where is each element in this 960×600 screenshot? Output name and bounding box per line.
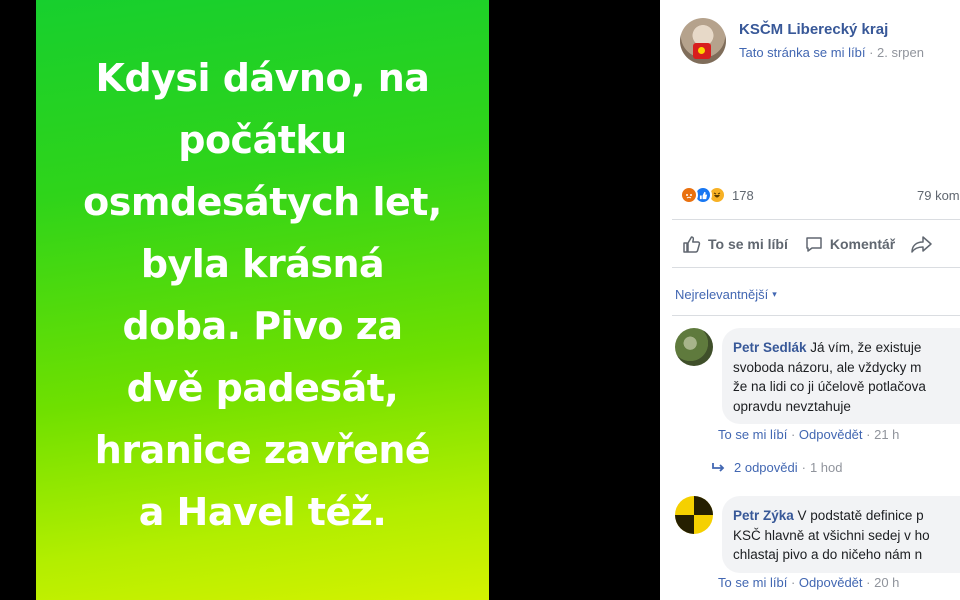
share-button[interactable] — [911, 234, 939, 254]
post-meta: Tato stránka se mi líbí · 2. srpen — [739, 45, 924, 60]
reply-arrow-icon — [712, 462, 725, 472]
page-avatar[interactable] — [680, 18, 726, 64]
comment-text: svoboda názoru, ale vždycky m — [733, 359, 922, 375]
dot-separator: · — [862, 427, 875, 442]
comment-time[interactable]: 20 h — [874, 575, 899, 590]
comment-time[interactable]: 21 h — [874, 427, 899, 442]
comment-count[interactable]: 79 komen — [917, 188, 960, 203]
comment-button-label: Komentář — [829, 236, 896, 252]
post-text-line: byla krásná — [140, 242, 385, 286]
flag-icon — [693, 43, 711, 59]
thumbs-up-icon — [683, 236, 701, 253]
comment-like-link[interactable]: To se mi líbí — [718, 427, 787, 442]
comment-actions: To se mi líbí · Odpovědět · 21 h — [718, 427, 899, 442]
post-text-line: počátku — [178, 118, 347, 162]
angry-icon — [680, 186, 698, 204]
comment-actions: To se mi líbí · Odpovědět · 20 h — [718, 575, 899, 590]
dot-separator: · — [787, 427, 799, 442]
post-date[interactable]: 2. srpen — [877, 45, 924, 60]
post-text-line: doba. Pivo za — [122, 304, 403, 348]
like-button[interactable]: To se mi líbí — [682, 234, 788, 254]
comment-text: Já vím, že existuje — [806, 340, 922, 355]
post-image-text: Kdysi dávno, na počátku osmdesátych let,… — [83, 47, 442, 553]
comment-bubble: Petr Sedlák Já vím, že existuje svoboda … — [722, 328, 960, 424]
post-text-line: hranice zavřené — [94, 428, 431, 472]
post-text-line: a Havel též. — [138, 490, 387, 534]
divider — [672, 219, 960, 220]
comment-button[interactable]: Komentář — [804, 234, 895, 254]
post-author: KSČM Liberecký kraj Tato stránka se mi l… — [680, 18, 924, 64]
avatar[interactable] — [675, 496, 713, 534]
post-actions: To se mi líbí Komentář — [682, 234, 960, 254]
post-image[interactable]: Kdysi dávno, na počátku osmdesátych let,… — [36, 0, 489, 600]
share-icon — [911, 236, 932, 253]
comment-text: KSČ hlavně at všichni sedej v ho — [733, 527, 930, 543]
comment-text: že na lidi co ji účelově potlačova — [733, 379, 926, 394]
comment-author[interactable]: Petr Sedlák — [733, 340, 807, 355]
dot-separator: · — [862, 575, 875, 590]
divider — [672, 267, 960, 268]
comment: Petr Zýka V podstatě definice p KSČ hlav… — [675, 496, 960, 573]
like-button-label: To se mi líbí — [708, 236, 788, 252]
replies-time: 1 hod — [809, 460, 843, 475]
author-info: KSČM Liberecký kraj Tato stránka se mi l… — [739, 21, 924, 64]
photo-viewer: Kdysi dávno, na počátku osmdesátych let,… — [0, 0, 660, 600]
comment-author[interactable]: Petr Zýka — [733, 508, 794, 523]
replies-label: 2 odpovědi — [734, 460, 798, 475]
comment-icon — [806, 237, 822, 252]
post-text-line: dvě padesát, — [126, 366, 399, 410]
reaction-count[interactable]: 178 — [732, 188, 754, 203]
view-replies-link[interactable]: 2 odpovědi · 1 hod — [712, 460, 843, 475]
comment-text: chlastaj pivo a do ničeho nám n — [733, 547, 923, 562]
dot-separator: · — [801, 460, 806, 475]
comment-bubble: Petr Zýka V podstatě definice p KSČ hlav… — [722, 496, 960, 573]
divider — [672, 315, 960, 316]
meta-separator: · — [865, 45, 878, 60]
post-text-line: osmdesátych let, — [83, 180, 442, 224]
sort-label: Nejrelevantnější — [675, 287, 769, 302]
post-sidebar: KSČM Liberecký kraj Tato stránka se mi l… — [660, 0, 960, 600]
comment-reply-link[interactable]: Odpovědět — [799, 575, 863, 590]
comment-sort-dropdown[interactable]: Nejrelevantnější ▾ — [675, 287, 777, 302]
comment-like-link[interactable]: To se mi líbí — [718, 575, 787, 590]
comment-text: opravdu nevztahuje — [733, 398, 851, 414]
comment-reply-link[interactable]: Odpovědět — [799, 427, 863, 442]
comment-text: V podstatě definice p — [793, 508, 924, 523]
avatar[interactable] — [675, 328, 713, 366]
page-name-link[interactable]: KSČM Liberecký kraj — [739, 21, 924, 38]
reactions-bar[interactable]: 178 79 komen — [680, 186, 960, 204]
dot-separator: · — [787, 575, 799, 590]
like-page-link[interactable]: Tato stránka se mi líbí — [739, 45, 865, 60]
post-text-line: Kdysi dávno, na — [95, 56, 430, 100]
chevron-down-icon: ▾ — [772, 289, 777, 299]
